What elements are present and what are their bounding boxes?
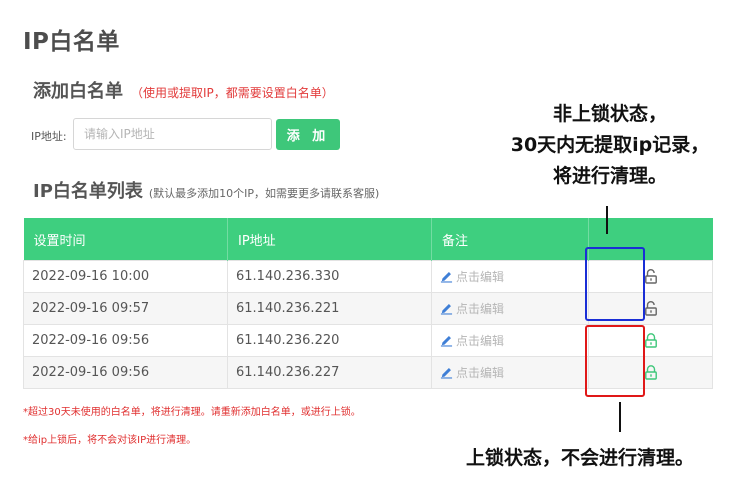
- header-set-time: 设置时间: [23, 218, 228, 261]
- unlocked-annotation-pointer: [606, 206, 608, 234]
- whitelist-list-note: (默认最多添加10个IP，如需要更多请联系客服): [148, 187, 380, 200]
- header-remark: 备注: [431, 218, 589, 261]
- row-ip: 61.140.236.220: [227, 324, 432, 357]
- lock-closed-icon[interactable]: [644, 365, 658, 380]
- pencil-icon: [440, 272, 453, 283]
- pencil-icon: [440, 304, 453, 315]
- whitelist-list-heading: IP白名单列表 (默认最多添加10个IP，如需要更多请联系客服): [33, 177, 379, 203]
- remark-edit-link[interactable]: 点击编辑: [456, 270, 504, 284]
- row-ip: 61.140.236.227: [227, 356, 432, 389]
- row-remark-edit[interactable]: 点击编辑: [431, 356, 589, 389]
- row-time: 2022-09-16 09:57: [23, 292, 228, 325]
- whitelist-list-title: IP白名单列表: [33, 181, 143, 202]
- locked-annotation: 上锁状态，不会进行清理。: [465, 447, 694, 469]
- locked-annotation-pointer: [619, 402, 621, 432]
- unlocked-annotation-line: 将进行清理。: [552, 165, 667, 187]
- row-time: 2022-09-16 09:56: [23, 324, 228, 357]
- unlocked-highlight-box: [585, 247, 645, 321]
- page-title: IP白名单: [23, 29, 120, 55]
- pencil-icon: [440, 336, 453, 347]
- row-time: 2022-09-16 09:56: [23, 356, 228, 389]
- add-ip-button[interactable]: 添 加: [276, 119, 340, 150]
- add-whitelist-heading: 添加白名单 （使用或提取IP，都需要设置白名单）: [33, 77, 334, 103]
- remark-edit-link[interactable]: 点击编辑: [456, 366, 504, 380]
- unlocked-annotation-line: 非上锁状态，: [552, 103, 667, 125]
- row-remark-edit[interactable]: 点击编辑: [431, 324, 589, 357]
- lock-open-icon[interactable]: [644, 301, 658, 316]
- unlocked-annotation-line: 30天内无提取ip记录，: [510, 134, 710, 156]
- row-ip: 61.140.236.221: [227, 292, 432, 325]
- add-whitelist-title: 添加白名单: [33, 81, 123, 102]
- footnote-lock: *给ip上锁后，将不会对该IP进行清理。: [23, 435, 197, 446]
- lock-open-icon[interactable]: [644, 269, 658, 284]
- remark-edit-link[interactable]: 点击编辑: [456, 302, 504, 316]
- locked-highlight-box: [585, 325, 645, 397]
- ip-address-input[interactable]: [73, 118, 272, 150]
- pencil-icon: [440, 368, 453, 379]
- header-ip-address: IP地址: [227, 218, 432, 261]
- ip-address-label: IP地址:: [31, 130, 67, 143]
- row-remark-edit[interactable]: 点击编辑: [431, 292, 589, 325]
- row-time: 2022-09-16 10:00: [23, 260, 228, 293]
- remark-edit-link[interactable]: 点击编辑: [456, 334, 504, 348]
- footnote-cleanup: *超过30天未使用的白名单，将进行清理。请重新添加白名单，或进行上锁。: [23, 407, 361, 418]
- row-ip: 61.140.236.330: [227, 260, 432, 293]
- add-whitelist-note: （使用或提取IP，都需要设置白名单）: [131, 86, 334, 100]
- lock-closed-icon[interactable]: [644, 333, 658, 348]
- unlocked-annotation: 非上锁状态， 30天内无提取ip记录， 将进行清理。: [470, 99, 750, 192]
- row-remark-edit[interactable]: 点击编辑: [431, 260, 589, 293]
